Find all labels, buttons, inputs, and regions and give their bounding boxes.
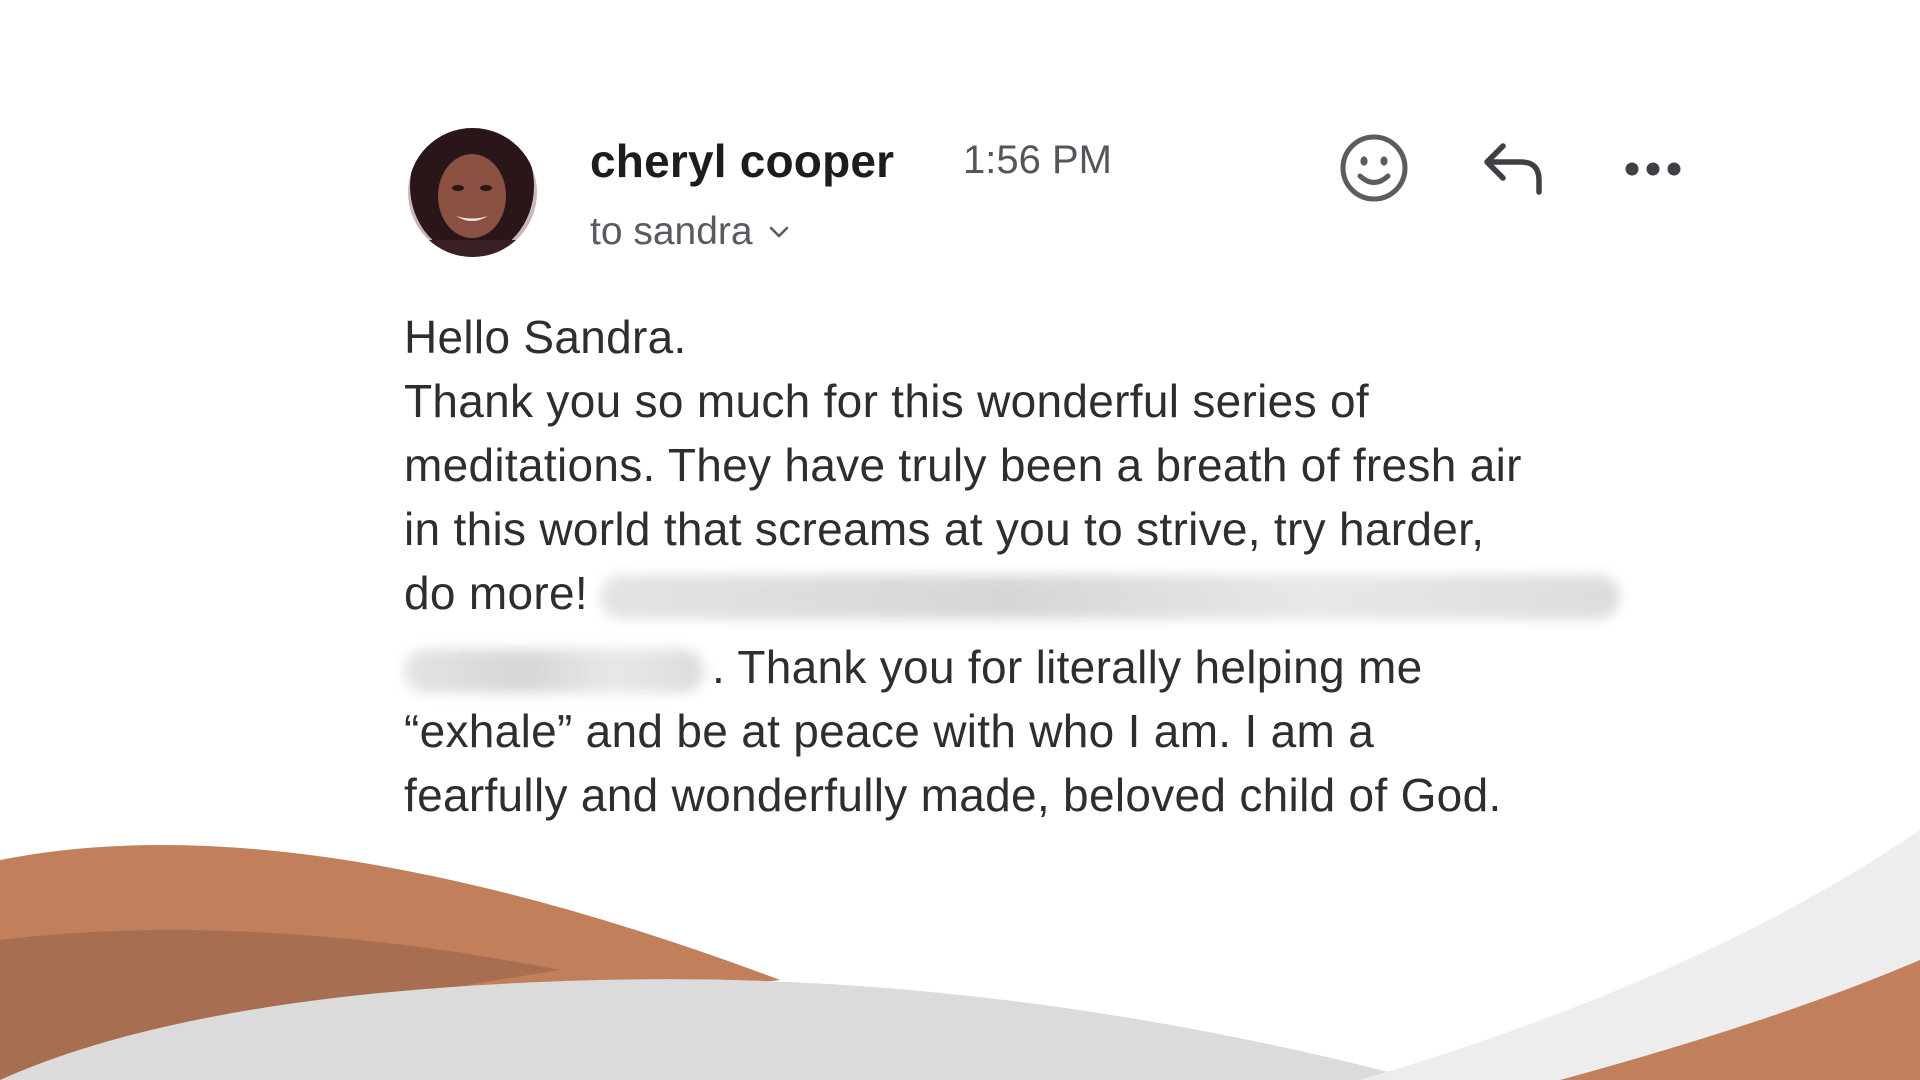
recipient-label: to sandra xyxy=(590,210,753,253)
smiley-icon[interactable] xyxy=(1338,132,1410,204)
email-header: cheryl cooper 1:56 PM to sandra xyxy=(408,128,1698,258)
sender-avatar[interactable] xyxy=(408,128,537,257)
body-line: “exhale” and be at peace with who I am. … xyxy=(404,705,1375,757)
body-line: fearfully and wonderfully made, beloved … xyxy=(404,769,1502,821)
chevron-down-icon xyxy=(769,226,788,238)
reply-arrow-icon[interactable] xyxy=(1481,140,1547,196)
more-dots-icon[interactable] xyxy=(1623,154,1683,184)
redacted-text xyxy=(599,574,1620,619)
body-text: . Thank you for literally helping me xyxy=(712,641,1423,693)
body-line: in this world that screams at you to str… xyxy=(404,503,1485,555)
email-screenshot-page: cheryl cooper 1:56 PM to sandra Hello Sa… xyxy=(0,0,1920,1080)
recipient-toggle[interactable]: to sandra xyxy=(590,210,791,254)
body-line: Thank you so much for this wonderful ser… xyxy=(404,375,1369,427)
body-line: do more! xyxy=(404,561,1724,625)
body-text: do more! xyxy=(404,567,588,619)
decorative-waves xyxy=(0,830,1920,1080)
greeting-line: Hello Sandra. xyxy=(404,311,687,363)
body-line: . Thank you for literally helping me xyxy=(404,635,1724,699)
sent-time: 1:56 PM xyxy=(963,138,1112,182)
redacted-text xyxy=(404,648,704,693)
body-line: meditations. They have truly been a brea… xyxy=(404,439,1522,491)
email-body: Hello Sandra. Thank you so much for this… xyxy=(404,305,1724,827)
sender-name: cheryl cooper xyxy=(590,135,895,187)
